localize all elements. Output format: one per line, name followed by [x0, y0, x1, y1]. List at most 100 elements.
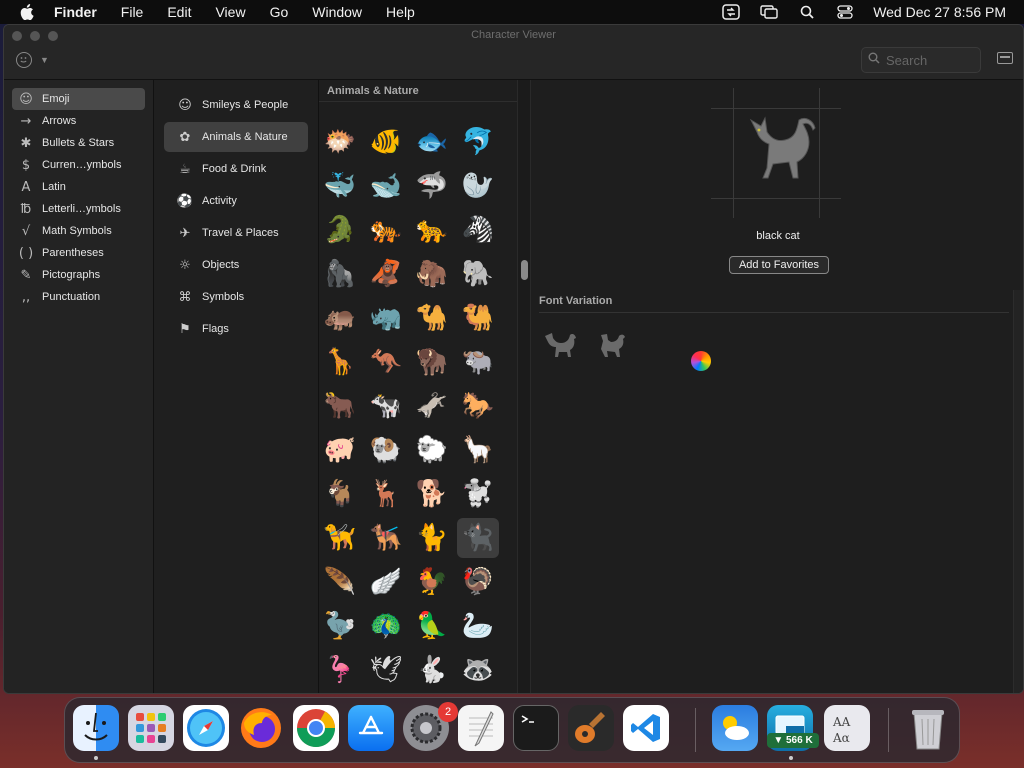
menu-help[interactable]: Help: [386, 4, 415, 20]
emoji-cell[interactable]: 🐃: [457, 342, 499, 382]
emoji-cell[interactable]: 🦏: [365, 298, 407, 338]
finder-icon[interactable]: [73, 705, 119, 751]
subcategory-item-smileys-people[interactable]: ☺ Smileys & People: [164, 90, 308, 120]
launchpad-icon[interactable]: [128, 705, 174, 751]
emoji-cell[interactable]: 🦣: [411, 254, 453, 294]
spotlight-search-icon[interactable]: [797, 4, 817, 20]
emoji-cell[interactable]: 🐐: [319, 474, 361, 514]
category-item-arrows[interactable]: → Arrows: [12, 110, 145, 132]
emoji-cell[interactable]: 🦌: [365, 474, 407, 514]
grid-scrollbar[interactable]: [517, 80, 531, 693]
garageband-icon[interactable]: [568, 705, 614, 751]
emoji-cell[interactable]: 🐈: [411, 518, 453, 558]
search-field[interactable]: [861, 47, 981, 73]
font-variation-item[interactable]: [591, 326, 631, 366]
emoji-cell[interactable]: 🦈: [411, 166, 453, 206]
category-item-emoji[interactable]: ☺ Emoji: [12, 88, 145, 110]
category-item-curren-ymbols[interactable]: $ Curren…ymbols: [12, 154, 145, 176]
category-item-latin[interactable]: A Latin: [12, 176, 145, 198]
emoji-cell[interactable]: 🦧: [365, 254, 407, 294]
emoji-cell[interactable]: 🐇: [411, 650, 453, 690]
emoji-cell[interactable]: 🐪: [411, 298, 453, 338]
emoji-cell[interactable]: 🐩: [457, 474, 499, 514]
safari-icon[interactable]: [183, 705, 229, 751]
apple-menu-icon[interactable]: [18, 3, 36, 21]
category-item-punctuation[interactable]: ,, Punctuation: [12, 286, 145, 308]
emoji-cell[interactable]: 🦘: [365, 342, 407, 382]
menu-go[interactable]: Go: [270, 4, 289, 20]
trash-icon[interactable]: [905, 705, 951, 751]
subcategory-item-objects[interactable]: ☼ Objects: [164, 250, 308, 280]
terminal-icon[interactable]: [513, 705, 559, 751]
emoji-cell[interactable]: 🐋: [365, 166, 407, 206]
emoji-cell[interactable]: 🦙: [457, 430, 499, 470]
subcategory-item-travel-places[interactable]: ✈ Travel & Places: [164, 218, 308, 248]
chrome-icon[interactable]: [293, 705, 339, 751]
subcategory-item-symbols[interactable]: ⌘ Symbols: [164, 282, 308, 312]
emoji-cell[interactable]: 🦭: [457, 166, 499, 206]
emoji-cell[interactable]: 🦝: [457, 650, 499, 690]
emoji-cell[interactable]: 🦃: [457, 562, 499, 602]
font-book-icon[interactable]: AA Aα: [824, 705, 870, 751]
emoji-cell[interactable]: 🪽: [365, 562, 407, 602]
emoji-cell[interactable]: 🐑: [411, 430, 453, 470]
menu-bar-clock[interactable]: Wed Dec 27 8:56 PM: [873, 4, 1006, 20]
textedit-icon[interactable]: [458, 705, 504, 751]
control-center-icon[interactable]: [835, 4, 855, 20]
app-store-icon[interactable]: [348, 705, 394, 751]
action-menu-button[interactable]: ▼: [16, 52, 49, 68]
emoji-cell[interactable]: 🐈‍⬛: [457, 518, 499, 558]
emoji-cell[interactable]: 🐂: [319, 386, 361, 426]
emoji-cell[interactable]: 🕊: [365, 650, 407, 690]
emoji-cell[interactable]: 🦍: [319, 254, 361, 294]
emoji-cell[interactable]: 🦤: [319, 606, 361, 646]
screen-mirroring-icon[interactable]: [759, 4, 779, 20]
emoji-cell[interactable]: 🐘: [457, 254, 499, 294]
font-variation-item[interactable]: [539, 326, 579, 366]
add-to-favorites-button[interactable]: Add to Favorites: [729, 256, 829, 274]
emoji-cell[interactable]: 🐊: [319, 210, 361, 250]
app-menu-finder[interactable]: Finder: [54, 4, 97, 20]
emoji-cell[interactable]: 🐄: [365, 386, 407, 426]
emoji-cell[interactable]: 🐕: [411, 474, 453, 514]
category-item-bullets-stars[interactable]: ✱ Bullets & Stars: [12, 132, 145, 154]
menu-edit[interactable]: Edit: [167, 4, 191, 20]
sidebar-toggle-icon[interactable]: [997, 52, 1013, 64]
category-item-parentheses[interactable]: ( ) Parentheses: [12, 242, 145, 264]
emoji-cell[interactable]: 🐟: [411, 122, 453, 162]
subcategory-item-food-drink[interactable]: ☕ Food & Drink: [164, 154, 308, 184]
emoji-cell[interactable]: 🐎: [457, 386, 499, 426]
emoji-cell[interactable]: 🐬: [457, 122, 499, 162]
subcategory-item-activity[interactable]: ⚽ Activity: [164, 186, 308, 216]
menu-window[interactable]: Window: [312, 4, 362, 20]
emoji-cell[interactable]: 🦬: [411, 342, 453, 382]
category-item-math-symbols[interactable]: √ Math Symbols: [12, 220, 145, 242]
emoji-cell[interactable]: 🦩: [319, 650, 361, 690]
emoji-cell[interactable]: 🦚: [365, 606, 407, 646]
emoji-cell[interactable]: 🐠: [365, 122, 407, 162]
firefox-icon[interactable]: [238, 705, 284, 751]
emoji-cell[interactable]: 🐖: [319, 430, 361, 470]
input-source-icon[interactable]: [721, 4, 741, 20]
emoji-cell[interactable]: 🐕‍🦺: [365, 518, 407, 558]
emoji-cell[interactable]: 🦜: [411, 606, 453, 646]
vscode-icon[interactable]: [623, 705, 669, 751]
emoji-cell[interactable]: 🦓: [457, 210, 499, 250]
category-item-pictographs[interactable]: ✎ Pictographs: [12, 264, 145, 286]
emoji-cell[interactable]: 🐓: [411, 562, 453, 602]
weather-icon[interactable]: [712, 705, 758, 751]
emoji-cell[interactable]: 🦮: [319, 518, 361, 558]
emoji-cell[interactable]: 🦒: [319, 342, 361, 382]
menu-view[interactable]: View: [215, 4, 245, 20]
emoji-cell[interactable]: 🫏: [411, 386, 453, 426]
emoji-cell[interactable]: 🐏: [365, 430, 407, 470]
category-item-letterli-ymbols[interactable]: ℔ Letterli…ymbols: [12, 198, 145, 220]
search-input[interactable]: [886, 52, 972, 68]
grid-scroll-thumb[interactable]: [521, 260, 528, 280]
emoji-cell[interactable]: 🦛: [319, 298, 361, 338]
subcategory-item-animals-nature[interactable]: ✿ Animals & Nature: [164, 122, 308, 152]
emoji-cell[interactable]: 🪶: [319, 562, 361, 602]
emoji-cell[interactable]: 🦢: [457, 606, 499, 646]
detail-scrollbar[interactable]: [1013, 290, 1023, 693]
emoji-cell[interactable]: 🐳: [319, 166, 361, 206]
